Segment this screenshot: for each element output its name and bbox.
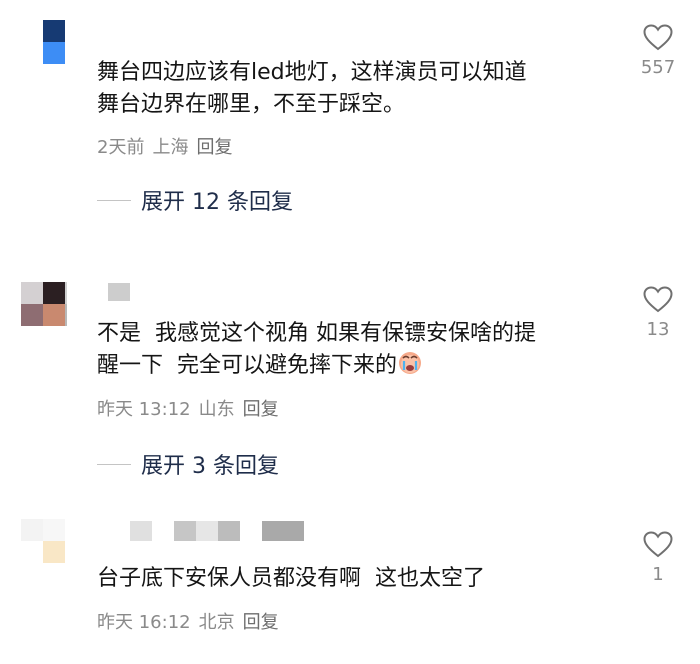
username-block[interactable]: [174, 521, 196, 541]
username-block[interactable]: [218, 521, 240, 541]
heart-outline-icon: [643, 531, 673, 558]
comment-time: 昨天 16:12: [97, 612, 191, 633]
comment-text[interactable]: 台子底下安保人员都没有啊 这也太空了: [97, 563, 627, 595]
comment-item: 台子底下安保人员都没有啊 这也太空了 昨天 16:12 北京 回复 1: [0, 0, 700, 664]
reply-button[interactable]: 回复: [243, 612, 279, 633]
username-block[interactable]: [130, 521, 152, 541]
comment-text-line: 台子底下安保人员都没有啊 这也太空了: [97, 566, 485, 591]
like-button[interactable]: 1: [638, 531, 678, 585]
username-block[interactable]: [262, 521, 304, 541]
comment-meta: 昨天 16:12 北京 回复: [97, 608, 287, 634]
avatar[interactable]: [21, 519, 67, 565]
comment-location: 北京: [198, 612, 235, 633]
like-count: 1: [652, 564, 664, 585]
username-block[interactable]: [196, 521, 218, 541]
